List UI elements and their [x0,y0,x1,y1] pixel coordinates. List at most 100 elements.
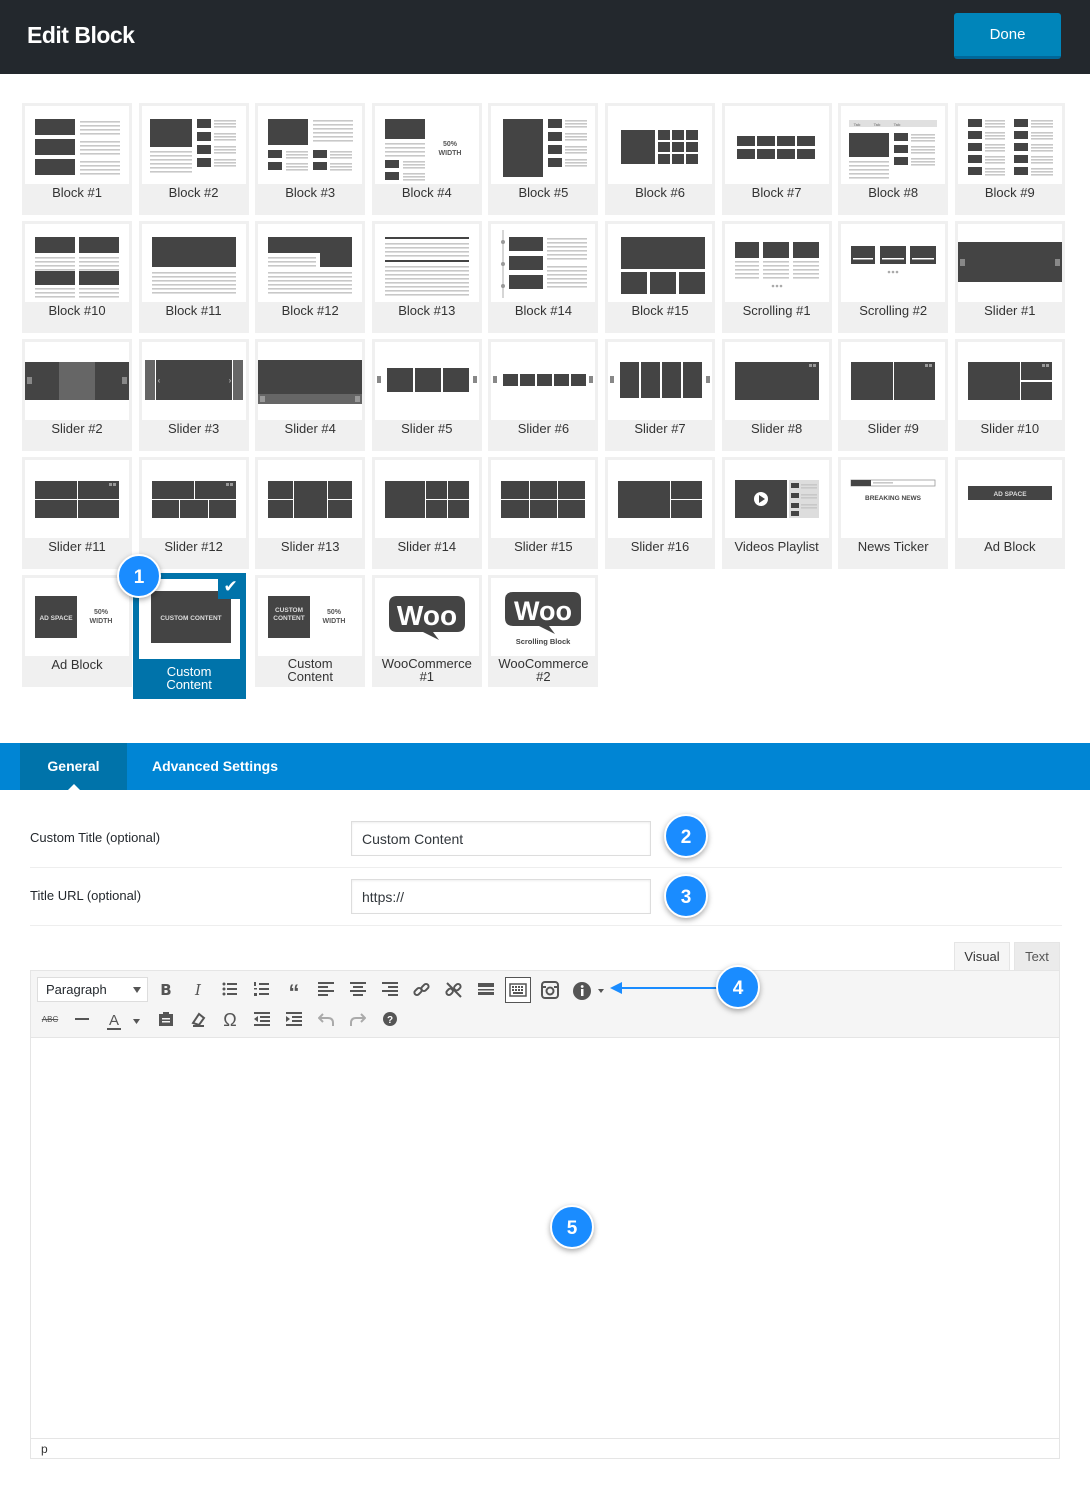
indent-icon[interactable] [281,1007,307,1033]
slider-14-thumbnail [374,460,479,538]
block-tile[interactable]: Slider #4 [255,339,366,451]
block-tile[interactable]: Slider #13 [255,457,366,569]
editor-tab-text[interactable]: Text [1014,942,1060,971]
clear-formatting-icon[interactable] [185,1007,211,1033]
instagram-icon[interactable] [537,977,563,1003]
block-tile[interactable]: Slider #10 [954,339,1065,451]
format-select-value: Paragraph [46,982,107,997]
read-more-icon[interactable] [473,977,499,1003]
blockquote-icon[interactable]: “ [281,977,307,1005]
outdent-icon[interactable] [249,1007,275,1033]
text-color-icon[interactable]: A [101,1007,145,1033]
block-tile[interactable]: Block #10 [22,221,132,333]
block-tile[interactable]: Tab Tab Tab Block #8 [838,103,949,215]
block-tile[interactable]: Slider #15 [488,457,599,569]
slider-13-thumbnail [258,460,363,538]
block-tile[interactable]: Block #12 [255,221,366,333]
redo-icon[interactable] [345,1007,371,1033]
block-tile[interactable]: Slider #12 [138,457,249,569]
bold-icon[interactable]: B [153,977,179,1003]
info-dropdown-icon[interactable] [569,977,609,1003]
block-tile[interactable]: AD SPACE Ad Block [954,457,1065,569]
block-11-thumbnail [141,224,246,302]
special-character-icon[interactable]: Ω [217,1007,243,1033]
block-tile[interactable]: Slider #2 [22,339,132,451]
block-tile-label: Block #11 [165,303,222,318]
block-tile[interactable]: Videos Playlist [721,457,832,569]
block-tile[interactable]: ‹ › Slider #3 [138,339,249,451]
block-tile[interactable]: Slider #14 [371,457,482,569]
block-tile[interactable]: Slider #16 [605,457,715,569]
block-tile-label: Slider #4 [284,421,336,436]
paste-as-text-icon[interactable] [153,1007,179,1033]
align-right-icon[interactable] [377,977,403,1003]
block-tile[interactable]: Block #15 [605,221,715,333]
block-tile-label: Videos Playlist [734,539,819,554]
block-tile[interactable]: Block #11 [138,221,249,333]
format-select[interactable]: Paragraph [37,977,148,1002]
slider-2-thumbnail [25,342,129,420]
block-tile[interactable]: Block #9 [954,103,1065,215]
svg-text:Tab: Tab [854,122,861,127]
block-tile-label: Scrolling #1 [742,303,811,318]
help-icon[interactable]: ? [377,1007,403,1033]
numbered-list-icon[interactable] [249,977,275,1003]
align-left-icon[interactable] [313,977,339,1003]
done-button[interactable]: Done [954,13,1061,59]
block-tile[interactable]: Slider #5 [371,339,482,451]
block-tile-label: Slider #9 [867,421,919,436]
title-url-label: Title URL (optional) [30,888,142,903]
horizontal-line-icon[interactable] [69,1007,95,1033]
block-tile-label: Block #12 [281,303,339,318]
italic-icon[interactable]: I [185,977,211,1003]
block-tile[interactable]: Block #5 [488,103,599,215]
block-tile[interactable]: Scrolling #1 [721,221,832,333]
slider-6-thumbnail [491,342,596,420]
block-tile[interactable]: Slider #8 [721,339,832,451]
block-tile[interactable]: Block #3 [255,103,366,215]
block-tile[interactable]: Slider #9 [838,339,949,451]
svg-text:50%: 50% [443,141,458,148]
block-tile[interactable]: Woo Scrolling Block WooCommerce #2 [488,575,599,687]
editor-content-area[interactable] [30,1038,1060,1439]
scrolling-2-thumbnail [841,224,946,302]
block-tile-label: Slider #14 [397,539,457,554]
block-tile[interactable]: 50% WIDTH Block #4 [371,103,482,215]
block-tile[interactable]: Block #7 [721,103,832,215]
editor-tab-visual[interactable]: Visual [954,942,1010,971]
link-icon[interactable] [409,977,435,1003]
block-tile[interactable]: AD SPACE 50% WIDTH Ad Block [22,575,132,687]
slider-10-thumbnail [957,342,1062,420]
block-tile[interactable]: Block #2 [138,103,249,215]
block-tile[interactable]: CUSTOM CONTENT 50% WIDTH Custom Content [255,575,366,687]
svg-text:Woo: Woo [514,596,572,626]
block-tile[interactable]: Block #13 [371,221,482,333]
custom-title-input[interactable] [351,821,651,856]
strikethrough-icon[interactable]: ABC [37,1007,63,1033]
toolbar-toggle-icon[interactable] [505,977,531,1003]
block-7-thumbnail [724,106,829,184]
block-tile-label: Block #7 [751,185,802,200]
block-tile-label: Block #8 [868,185,919,200]
align-center-icon[interactable] [345,977,371,1003]
block-tile[interactable]: BREAKING NEWS News Ticker [838,457,949,569]
block-tile-label: Block #9 [984,185,1035,200]
block-tile-label: Block #10 [48,303,106,318]
block-tile[interactable]: Block #14 [488,221,599,333]
undo-icon[interactable] [313,1007,339,1033]
tab-general[interactable]: General [20,743,127,791]
block-tile[interactable]: Slider #7 [605,339,715,451]
block-tile[interactable]: Scrolling #2 [838,221,949,333]
unlink-icon[interactable] [441,977,467,1003]
bullet-list-icon[interactable] [217,977,243,1003]
block-tile[interactable]: Block #6 [605,103,715,215]
block-5-thumbnail [491,106,596,184]
block-tile[interactable]: Block #1 [22,103,132,215]
block-tile[interactable]: Slider #1 [954,221,1065,333]
block-tile[interactable]: Slider #11 [22,457,132,569]
block-tile-label: Block #15 [631,303,689,318]
tab-advanced-settings[interactable]: Advanced Settings [144,743,286,790]
block-tile[interactable]: Slider #6 [488,339,599,451]
title-url-input[interactable] [351,879,651,914]
block-tile[interactable]: Woo WooCommerce #1 [371,575,482,687]
